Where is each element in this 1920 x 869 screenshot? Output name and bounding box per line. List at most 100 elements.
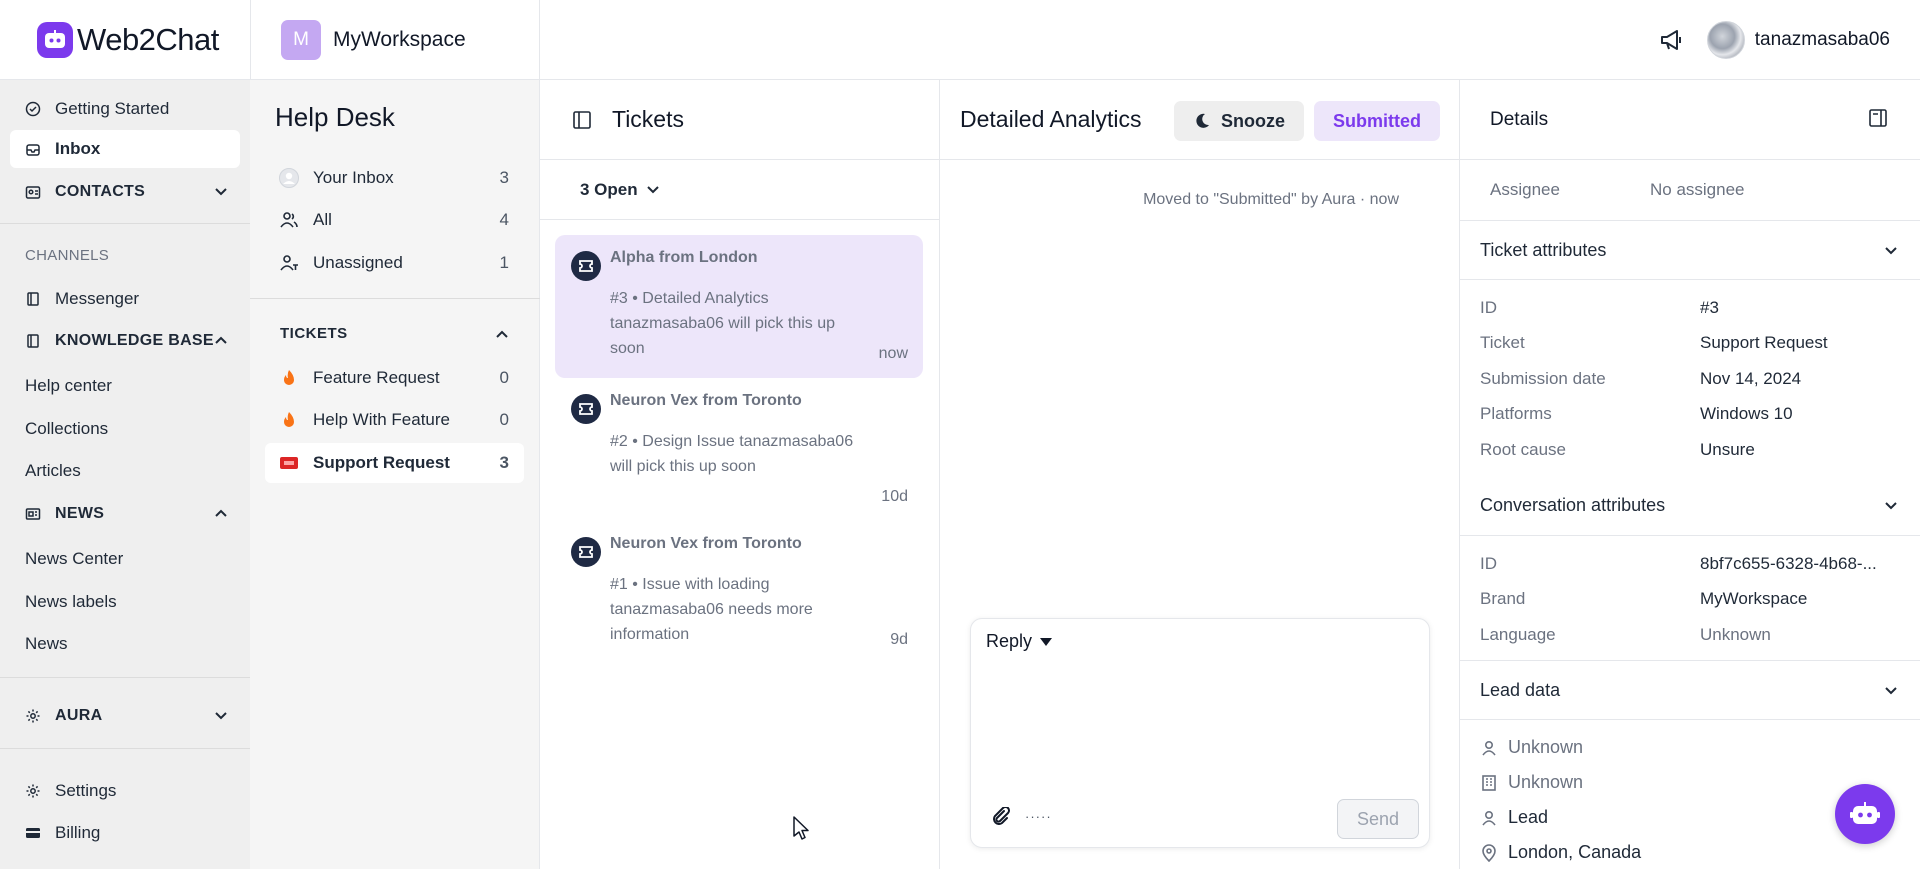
- nav-getting-started[interactable]: Getting Started: [10, 90, 240, 128]
- ticket-attributes-section[interactable]: Ticket attributes: [1460, 220, 1920, 280]
- nav-divider: [0, 677, 250, 678]
- ticket-type-icon: [571, 394, 601, 424]
- inbox-icon: [26, 144, 40, 156]
- chevron-down-icon: [646, 185, 659, 193]
- view-unassigned[interactable]: Unassigned 1: [265, 243, 524, 283]
- ticket-type-support-request[interactable]: Support Request 3: [265, 443, 524, 483]
- reply-composer[interactable]: Reply ····· Send: [970, 618, 1430, 848]
- sidebar-toggle-icon[interactable]: [572, 110, 592, 130]
- ticket-card[interactable]: Alpha from London #3 • Detailed Analytic…: [555, 235, 923, 378]
- chevron-down-icon: [1885, 687, 1897, 695]
- nav-billing[interactable]: Billing: [10, 814, 240, 852]
- ticket-type-icon: [571, 537, 601, 567]
- attribute-key: Root cause: [1480, 440, 1566, 459]
- fire-icon: [279, 410, 299, 430]
- nav-news[interactable]: NEWS: [10, 495, 240, 533]
- nav-news-center[interactable]: News Center: [25, 549, 123, 569]
- nav-help-center[interactable]: Help center: [25, 376, 112, 396]
- ticket-type-feature-request[interactable]: Feature Request 0: [265, 358, 524, 398]
- workspace-switcher[interactable]: M MyWorkspace: [250, 0, 540, 80]
- nav-messenger[interactable]: Messenger: [10, 280, 240, 318]
- lead-value: Lead: [1508, 807, 1549, 827]
- status-filter-dropdown[interactable]: 3 Open: [540, 160, 940, 220]
- nav-knowledge-base-label: KNOWLEDGE BASE: [55, 332, 214, 349]
- ticket-card[interactable]: Neuron Vex from Toronto #2 • Design Issu…: [555, 378, 923, 521]
- more-tools-button[interactable]: ·····: [1025, 809, 1052, 824]
- view-label: All: [313, 210, 332, 229]
- attribute-key: Language: [1480, 625, 1556, 644]
- status-button[interactable]: Submitted: [1314, 101, 1440, 141]
- chat-launcher-button[interactable]: [1835, 784, 1895, 844]
- robot-icon: [1850, 802, 1880, 824]
- snooze-button[interactable]: Snooze: [1174, 101, 1304, 141]
- user-icon: [1482, 740, 1496, 756]
- nav-knowledge-base[interactable]: KNOWLEDGE BASE: [10, 322, 240, 360]
- ticket-time: now: [878, 345, 908, 362]
- chevron-down-icon: [1885, 247, 1897, 255]
- panel-toggle-icon[interactable]: [1868, 108, 1888, 128]
- lead-type[interactable]: Lead: [1480, 807, 1548, 828]
- helpdesk-panel: Help Desk Your Inbox 3 All 4 Unassigned …: [250, 80, 540, 869]
- attribute-value: Unsure: [1700, 440, 1755, 459]
- ticket-card[interactable]: Neuron Vex from Toronto #1 • Issue with …: [555, 521, 923, 664]
- attribute-key: Submission date: [1480, 369, 1606, 388]
- nav-news-labels[interactable]: News labels: [25, 592, 117, 612]
- moon-icon: [1196, 113, 1209, 128]
- gear-icon: [26, 709, 40, 723]
- nav-messenger-label: Messenger: [55, 289, 140, 308]
- section-title: Lead data: [1480, 679, 1561, 700]
- lead-company[interactable]: Unknown: [1480, 772, 1583, 793]
- status-filter-label: 3 Open: [580, 179, 638, 199]
- nav-aura[interactable]: AURA: [10, 697, 240, 735]
- attribute-value: 8bf7c655-6328-4b68-...: [1700, 554, 1877, 573]
- nav-collections[interactable]: Collections: [25, 419, 108, 439]
- view-all[interactable]: All 4: [265, 200, 524, 240]
- megaphone-icon[interactable]: [1659, 28, 1685, 52]
- reply-mode-dropdown[interactable]: Reply: [986, 631, 1053, 652]
- book-icon: [27, 292, 39, 306]
- lead-location[interactable]: London, Canada: [1480, 842, 1641, 863]
- details-header: Details: [1460, 80, 1920, 160]
- nav-inbox[interactable]: Inbox: [10, 130, 240, 168]
- workspace-name: MyWorkspace: [333, 28, 466, 51]
- credit-card-icon: [26, 828, 40, 838]
- status-label: Submitted: [1333, 110, 1421, 131]
- ticket-from: Alpha from London: [610, 249, 758, 266]
- view-your-inbox[interactable]: Your Inbox 3: [265, 158, 524, 198]
- nav-articles[interactable]: Articles: [25, 461, 81, 481]
- nav-news-item[interactable]: News: [25, 634, 68, 654]
- ticket-type-help-with-feature[interactable]: Help With Feature 0: [265, 400, 524, 440]
- newspaper-icon: [25, 508, 41, 520]
- lead-name[interactable]: Unknown: [1480, 737, 1583, 758]
- avatar[interactable]: [1706, 21, 1745, 59]
- paperclip-icon[interactable]: [991, 807, 1011, 825]
- attribute-key: Platforms: [1480, 404, 1552, 423]
- ticket-time: 10d: [881, 488, 908, 505]
- logo[interactable]: Web2Chat: [0, 0, 250, 80]
- user-question-icon: [279, 253, 299, 273]
- fire-icon: [279, 368, 299, 388]
- ticket-type-count: 0: [499, 368, 509, 387]
- tickets-section-label[interactable]: TICKETS: [280, 325, 348, 342]
- nav-settings[interactable]: Settings: [10, 772, 240, 810]
- ticket-type-label: Help With Feature: [313, 410, 450, 429]
- chevron-up-icon[interactable]: [495, 329, 509, 341]
- conversation-attributes-section[interactable]: Conversation attributes: [1460, 476, 1920, 536]
- ticket-type-label: Feature Request: [313, 368, 440, 387]
- assignee-value: No assignee: [1650, 180, 1745, 199]
- composer-toolbar: ·····: [991, 807, 1052, 825]
- workspace-avatar: M: [281, 20, 321, 60]
- send-button[interactable]: Send: [1337, 799, 1419, 839]
- attribute-key: ID: [1480, 298, 1497, 317]
- ticket-from: Neuron Vex from Toronto: [610, 535, 802, 552]
- nav-contacts[interactable]: CONTACTS: [10, 173, 240, 211]
- chevron-down-icon: [1885, 502, 1897, 510]
- chevron-up-icon: [215, 509, 227, 517]
- tickets-panel: Tickets 3 Open Alpha from London #3 • De…: [540, 80, 940, 869]
- user-name[interactable]: tanazmasaba06: [1755, 29, 1890, 51]
- lead-data-section[interactable]: Lead data: [1460, 660, 1920, 720]
- book-icon: [27, 334, 39, 348]
- nav-divider: [0, 223, 250, 224]
- attribute-key: Ticket: [1480, 333, 1525, 352]
- caret-down-icon: [1040, 637, 1053, 646]
